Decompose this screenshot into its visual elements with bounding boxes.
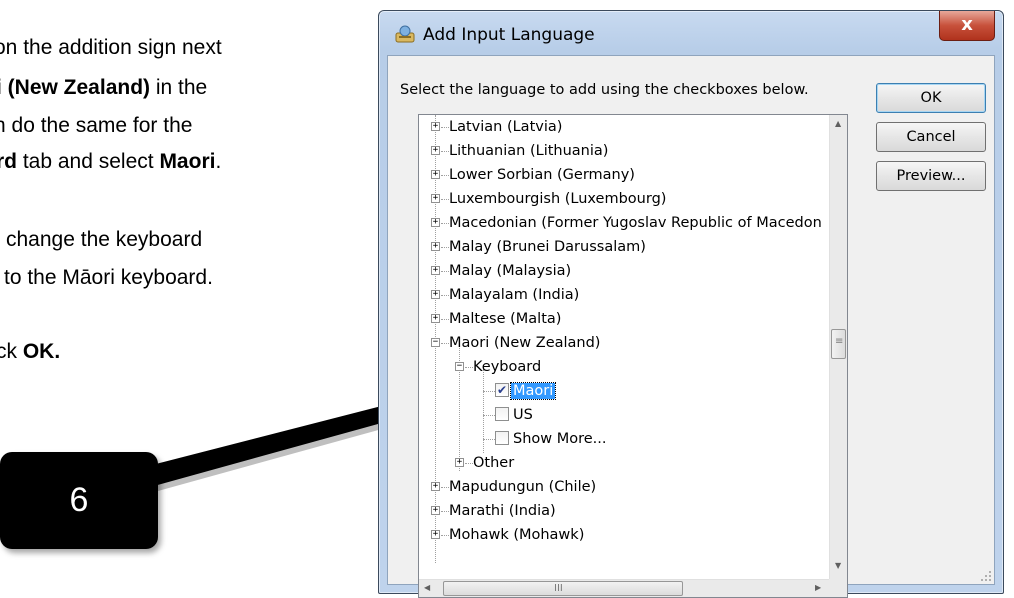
tree-item-malay-malaysia[interactable]: + Malay (Malaysia) [419, 259, 829, 283]
tree-item-label: Maori [509, 382, 557, 400]
step-number: 6 [69, 481, 89, 519]
keyboard-language-icon [395, 25, 415, 43]
tree-item-label: Latvian (Latvia) [449, 119, 563, 135]
resize-grip-icon[interactable] [980, 570, 992, 582]
tree-item-label: Lithuanian (Lithuania) [449, 143, 609, 159]
tree-item-label: Mapudungun (Chile) [449, 479, 597, 495]
tree-item-maori-new-zealand[interactable]: − Maori (New Zealand) [419, 331, 829, 355]
tree-item-label: Lower Sorbian (Germany) [449, 167, 635, 183]
tree-item-label: Marathi (India) [449, 503, 556, 519]
expand-plus-icon[interactable]: + [431, 170, 440, 179]
expand-plus-icon[interactable]: + [431, 218, 440, 227]
instruction-text-panel: on the addition sign next i (New Zealand… [0, 0, 380, 400]
tree-item-other[interactable]: + Other [419, 451, 829, 475]
expand-plus-icon[interactable]: + [431, 314, 440, 323]
expand-plus-icon[interactable]: + [431, 146, 440, 155]
show-more-checkbox[interactable] [495, 431, 509, 445]
tree-item-latvian[interactable]: + Latvian (Latvia) [419, 115, 829, 139]
dialog-title: Add Input Language [423, 25, 595, 45]
scroll-grip-icon: ≡ [835, 336, 844, 347]
scroll-down-arrow-icon[interactable]: ▼ [835, 561, 841, 570]
expand-plus-icon[interactable]: + [431, 122, 440, 131]
tree-item-label: Malay (Brunei Darussalam) [449, 239, 646, 255]
preview-button[interactable]: Preview... [876, 161, 986, 191]
tree-item-maori-keyboard[interactable]: ✔ Maori [419, 379, 829, 403]
tree-item-label: Malay (Malaysia) [449, 263, 572, 279]
expand-plus-icon[interactable]: + [431, 266, 440, 275]
tree-item-luxembourgish[interactable]: + Luxembourgish (Luxembourg) [419, 187, 829, 211]
instruction-line: rd tab and select Maori. [0, 150, 222, 173]
language-tree[interactable]: + Latvian (Latvia) + Lithuanian (Lithuan… [418, 114, 848, 598]
instruction-line: n do the same for the [0, 114, 193, 137]
close-icon: x [961, 14, 973, 35]
dialog-body: Select the language to add using the che… [387, 55, 995, 598]
tree-item-label: Show More... [513, 431, 607, 447]
tree-item-show-more[interactable]: Show More... [419, 427, 829, 451]
horizontal-scrollbar[interactable]: ◀ III ▶ [419, 579, 829, 597]
tree-item-label: Other [473, 455, 515, 471]
scrollbar-corner [829, 579, 847, 597]
instruction-line: i (New Zealand) in the [0, 76, 208, 99]
maori-checkbox[interactable]: ✔ [495, 383, 509, 397]
scroll-up-arrow-icon[interactable]: ▲ [835, 119, 841, 128]
tree-item-macedonian[interactable]: + Macedonian (Former Yugoslav Republic o… [419, 211, 829, 235]
horizontal-scroll-thumb[interactable]: III [443, 581, 683, 596]
tree-item-label: Keyboard [473, 359, 542, 375]
tree-item-lithuanian[interactable]: + Lithuanian (Lithuania) [419, 139, 829, 163]
tree-item-maltese[interactable]: + Maltese (Malta) [419, 307, 829, 331]
tree-item-keyboard[interactable]: − Keyboard [419, 355, 829, 379]
expand-plus-icon[interactable]: + [431, 290, 440, 299]
instruction-line: to the Māori keyboard. [4, 266, 213, 289]
tree-item-marathi[interactable]: + Marathi (India) [419, 499, 829, 523]
tree-item-label: Maori (New Zealand) [449, 335, 601, 351]
instruction-line: change the keyboard [6, 228, 203, 251]
vertical-scroll-thumb[interactable]: ≡ [831, 329, 846, 359]
tree-item-lower-sorbian[interactable]: + Lower Sorbian (Germany) [419, 163, 829, 187]
expand-plus-icon[interactable]: + [431, 194, 440, 203]
collapse-minus-icon[interactable]: − [431, 338, 440, 347]
close-button[interactable]: x [939, 11, 995, 41]
tree-item-mohawk[interactable]: + Mohawk (Mohawk) [419, 523, 829, 547]
tree-item-malay-brunei[interactable]: + Malay (Brunei Darussalam) [419, 235, 829, 259]
tree-item-label: Maltese (Malta) [449, 311, 562, 327]
expand-plus-icon[interactable]: + [431, 530, 440, 539]
cancel-button[interactable]: Cancel [876, 122, 986, 152]
expand-plus-icon[interactable]: + [455, 458, 464, 467]
dialog-titlebar[interactable]: Add Input Language x [379, 11, 1003, 55]
vertical-scrollbar[interactable]: ▲ ≡ ▼ [829, 115, 847, 579]
expand-plus-icon[interactable]: + [431, 482, 440, 491]
scroll-right-arrow-icon[interactable]: ▶ [815, 583, 821, 592]
tree-item-label: US [513, 407, 533, 423]
instruction-line: on the addition sign next [0, 36, 222, 59]
ok-button[interactable]: OK [876, 83, 986, 113]
tree-item-us-keyboard[interactable]: US [419, 403, 829, 427]
tree-item-label: Luxembourgish (Luxembourg) [449, 191, 667, 207]
step-callout: 6 [0, 452, 158, 549]
tree-item-label: Malayalam (India) [449, 287, 580, 303]
instruction-line: ck OK. [0, 340, 61, 363]
expand-plus-icon[interactable]: + [431, 242, 440, 251]
tree-item-label: Macedonian (Former Yugoslav Republic of … [449, 215, 822, 231]
tree-item-label: Mohawk (Mohawk) [449, 527, 585, 543]
collapse-minus-icon[interactable]: − [455, 362, 464, 371]
add-input-language-dialog: Add Input Language x Select the language… [378, 10, 1004, 598]
scroll-grip-icon: III [554, 583, 563, 594]
us-checkbox[interactable] [495, 407, 509, 421]
dialog-instruction: Select the language to add using the che… [400, 82, 809, 98]
expand-plus-icon[interactable]: + [431, 506, 440, 515]
tree-item-malayalam[interactable]: + Malayalam (India) [419, 283, 829, 307]
tree-item-mapudungun[interactable]: + Mapudungun (Chile) [419, 475, 829, 499]
scroll-left-arrow-icon[interactable]: ◀ [424, 583, 430, 592]
